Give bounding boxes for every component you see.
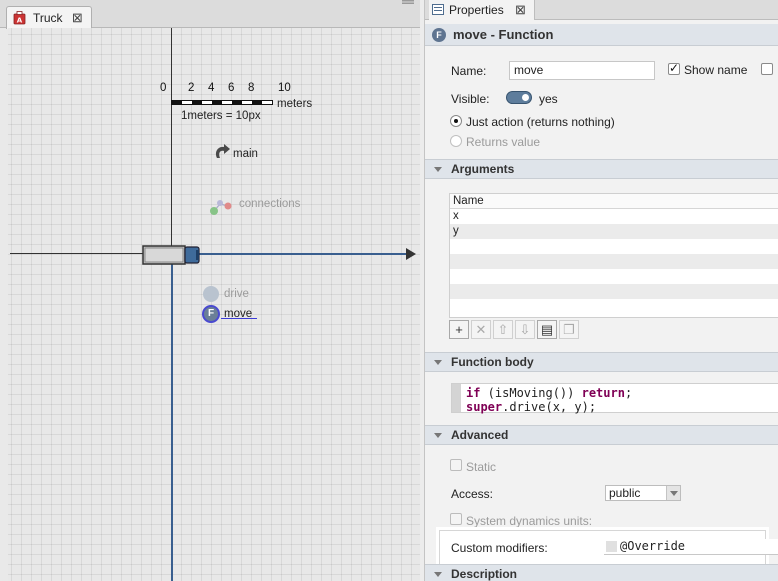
move-selection-underline — [221, 318, 257, 319]
tab-properties-label: Properties — [449, 3, 504, 17]
agent-type-icon: A — [13, 11, 26, 25]
static-label: Static — [466, 460, 497, 474]
system-dynamics-units-label: System dynamics units: — [466, 514, 593, 528]
drive-function-icon[interactable] — [203, 286, 219, 302]
just-action-radio[interactable] — [450, 115, 462, 127]
table-row-empty[interactable] — [450, 284, 778, 299]
properties-panel: Properties ⊠ F move - Function Name: mov… — [424, 0, 778, 581]
secondary-checkbox[interactable] — [761, 63, 773, 75]
arguments-toolbar: + ✕ ⇧ ⇩ ▤ ❐ — [449, 320, 581, 340]
custom-modifiers-label: Custom modifiers: — [451, 541, 548, 555]
code-line-2: super.drive(x, y); — [466, 400, 597, 414]
table-row[interactable]: y — [450, 224, 778, 239]
scale-tick-8: 8 — [248, 82, 255, 94]
visible-toggle[interactable] — [506, 91, 532, 104]
collapse-icon — [434, 360, 442, 365]
scale-tick-0: 0 — [160, 82, 167, 94]
function-body-section-header[interactable]: Function body — [425, 352, 778, 372]
connections-icon[interactable] — [208, 198, 232, 216]
close-icon[interactable]: ⊠ — [72, 10, 83, 25]
scale-bar[interactable] — [171, 100, 273, 105]
field-marker-icon — [606, 541, 617, 552]
properties-icon — [432, 4, 444, 15]
arguments-section-header[interactable]: Arguments — [425, 159, 778, 179]
main-link-icon[interactable] — [211, 142, 233, 164]
editor-tabbar: A Truck ⊠ — [0, 0, 420, 29]
tab-truck-label: Truck — [33, 11, 63, 25]
arguments-section-title: Arguments — [451, 162, 515, 176]
remove-argument-icon[interactable]: ✕ — [471, 320, 491, 339]
scale-unit: meters — [277, 98, 313, 110]
tab-properties[interactable]: Properties ⊠ — [429, 0, 535, 20]
x-axis-right — [198, 253, 410, 255]
scale-caption: 1meters = 10px — [181, 110, 261, 122]
name-label: Name: — [451, 64, 487, 78]
copy-icon[interactable]: ❐ — [559, 320, 579, 339]
scale-tick-4: 4 — [208, 82, 215, 94]
access-select[interactable]: public — [605, 485, 681, 501]
description-section-title: Description — [451, 567, 518, 581]
x-axis-arrow-icon — [406, 248, 416, 260]
chevron-down-icon[interactable] — [666, 486, 680, 500]
custom-modifiers-field[interactable]: @Override — [604, 539, 778, 555]
collapse-icon — [434, 572, 442, 577]
collapse-icon — [434, 433, 442, 438]
main-link-label[interactable]: main — [233, 148, 258, 160]
editor-panel: A Truck ⊠ 0 2 4 6 8 10 meters 1meters = … — [0, 0, 420, 581]
tab-truck[interactable]: A Truck ⊠ — [6, 6, 92, 29]
close-icon[interactable]: ⊠ — [515, 2, 526, 17]
table-row-empty[interactable] — [450, 254, 778, 269]
static-checkbox[interactable] — [450, 459, 462, 471]
scale-tick-6: 6 — [228, 82, 235, 94]
properties-title-bar: F move - Function — [425, 24, 778, 46]
properties-title: move - Function — [453, 27, 554, 42]
table-row[interactable]: x — [450, 209, 778, 224]
paste-icon[interactable]: ▤ — [537, 320, 557, 339]
y-axis — [171, 28, 172, 254]
show-name-label: Show name — [684, 63, 748, 77]
function-body-section-title: Function body — [451, 355, 534, 369]
system-dynamics-units-checkbox[interactable] — [450, 513, 462, 525]
panel-grip-icon[interactable] — [402, 0, 414, 4]
advanced-section-title: Advanced — [451, 428, 509, 442]
properties-tabbar: Properties ⊠ — [425, 0, 778, 20]
access-value: public — [609, 486, 641, 500]
show-name-checkbox[interactable] — [668, 61, 680, 75]
function-body-editor[interactable]: if (isMoving()) return; super.drive(x, y… — [451, 383, 778, 414]
just-action-label: Just action (returns nothing) — [466, 115, 615, 129]
visible-label: Visible: — [451, 92, 490, 106]
connections-label[interactable]: connections — [239, 198, 300, 210]
y-axis-lower — [171, 254, 173, 581]
custom-modifiers-value: @Override — [620, 539, 686, 553]
scale-tick-10: 10 — [278, 82, 291, 94]
access-label: Access: — [451, 487, 494, 501]
code-gutter — [452, 384, 461, 412]
svg-text:A: A — [17, 17, 23, 25]
returns-value-radio[interactable] — [450, 135, 462, 147]
visible-value: yes — [539, 92, 558, 106]
move-function-icon[interactable]: F — [202, 305, 220, 323]
arguments-column-name[interactable]: Name — [450, 194, 778, 209]
move-up-icon[interactable]: ⇧ — [493, 320, 513, 339]
drive-function-label[interactable]: drive — [224, 288, 249, 300]
add-argument-icon[interactable]: + — [449, 320, 469, 339]
collapse-icon — [434, 167, 442, 172]
graphical-editor-canvas[interactable]: 0 2 4 6 8 10 meters 1meters = 10px main … — [8, 28, 420, 581]
code-line-1: if (isMoving()) return; — [466, 386, 633, 400]
move-down-icon[interactable]: ⇩ — [515, 320, 535, 339]
returns-value-label: Returns value — [466, 135, 541, 149]
table-row-empty[interactable] — [450, 239, 778, 254]
name-field[interactable]: move — [509, 61, 655, 80]
description-section-header[interactable]: Description — [425, 564, 778, 581]
function-icon: F — [432, 28, 446, 42]
table-row-empty[interactable] — [450, 269, 778, 284]
arguments-table[interactable]: Name x y — [449, 193, 778, 318]
scale-tick-2: 2 — [188, 82, 195, 94]
truck-shape-icon[interactable] — [142, 244, 202, 266]
advanced-section-header[interactable]: Advanced — [425, 425, 778, 445]
